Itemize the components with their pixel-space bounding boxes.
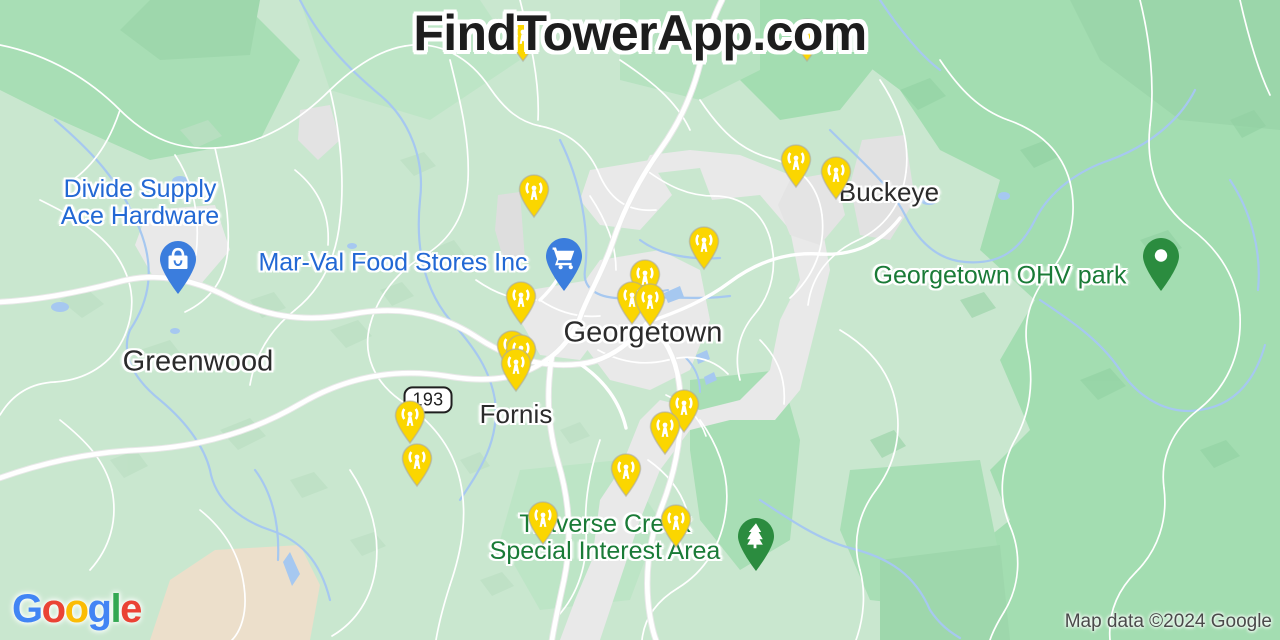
cell-tower-marker[interactable] [659,504,693,549]
google-logo-letter-o1: o [41,587,66,631]
map-canvas[interactable]: Divide Supply Ace Hardware Mar-Val Food … [0,0,1280,640]
circle-dot-icon [1154,249,1168,262]
map-attribution: Map data ©2024 Google [1064,611,1272,632]
cell-tower-marker[interactable] [400,443,434,488]
google-logo-letter-G: G [12,587,43,631]
cell-tower-marker[interactable] [499,348,533,393]
cell-tower-marker[interactable] [819,156,853,201]
mar-val-marker[interactable] [543,237,585,292]
cell-tower-marker[interactable] [517,174,551,219]
google-logo-letter-o2: o [64,587,89,631]
cell-tower-marker[interactable] [504,281,538,326]
google-logo-letter-g: g [87,587,112,631]
google-logo[interactable]: Google [12,587,142,632]
cell-tower-marker[interactable] [648,411,682,456]
ace-hardware-marker[interactable] [157,240,199,295]
georgetown-ohv-park-marker[interactable] [1140,237,1182,292]
cell-tower-marker[interactable] [633,283,667,328]
cell-tower-marker[interactable] [393,400,427,445]
cell-tower-marker[interactable] [779,144,813,189]
google-logo-letter-e: e [120,587,142,631]
cell-tower-marker[interactable] [506,18,540,63]
cell-tower-marker[interactable] [790,18,824,63]
google-logo-letter-l: l [110,587,121,631]
cell-tower-marker[interactable] [687,226,721,271]
cell-tower-marker[interactable] [609,453,643,498]
traverse-creek-marker[interactable] [735,517,777,572]
cell-tower-marker[interactable] [526,501,560,546]
